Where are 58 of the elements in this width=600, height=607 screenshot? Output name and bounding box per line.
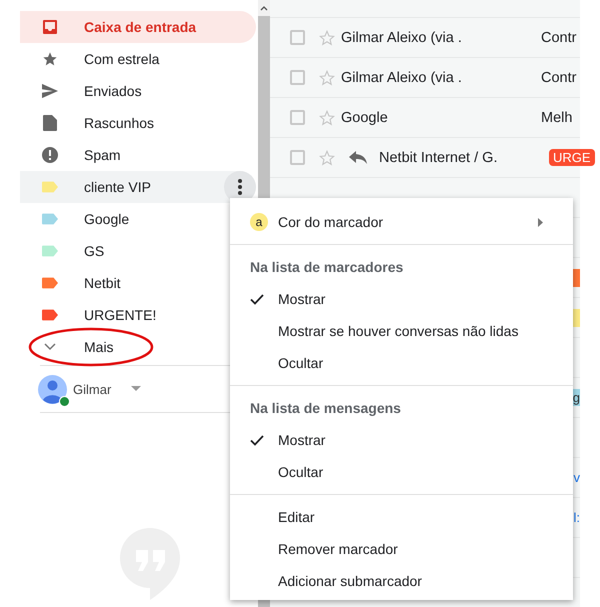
sidebar-item[interactable]: Com estrela	[20, 43, 256, 75]
subject-text: l:	[572, 509, 580, 526]
sidebar-item-label: Rascunhos	[84, 115, 154, 131]
more-label: Mais	[84, 339, 114, 355]
label-tag: URGE	[549, 149, 595, 166]
sidebar-item-label: Google	[84, 211, 130, 227]
subject-text: Contr	[541, 70, 576, 86]
sidebar-item-label: Enviados	[84, 83, 142, 99]
send-icon	[42, 83, 58, 99]
submenu-arrow-icon	[538, 218, 543, 226]
checkbox[interactable]	[290, 30, 305, 45]
sender-name: Gilmar Aleixo (via .	[341, 70, 463, 86]
checkbox[interactable]	[290, 150, 305, 165]
star-icon[interactable]	[319, 150, 335, 166]
subject-text: v	[572, 469, 580, 486]
sidebar-item-label: cliente VIP	[84, 179, 151, 195]
sidebar-item[interactable]: cliente VIP	[20, 171, 256, 203]
chevron-down-icon	[44, 343, 56, 351]
check-icon	[250, 294, 264, 304]
menu-section-header: Na lista de mensagens	[249, 399, 402, 418]
checkbox[interactable]	[290, 70, 305, 85]
sidebar-item-label: Com estrela	[84, 51, 160, 67]
sender-name: Gilmar Aleixo (via .	[341, 30, 463, 46]
sidebar-item[interactable]: Spam	[20, 139, 256, 171]
avatar-icon[interactable]	[38, 374, 67, 404]
check-icon	[250, 434, 264, 446]
color-badge: a	[250, 213, 268, 231]
menu-item[interactable]: Ocultar	[230, 456, 573, 488]
more-vertical-icon	[238, 179, 242, 195]
document-icon	[43, 115, 57, 131]
menu-item[interactable]: Remover marcador	[230, 533, 573, 565]
sender-name: Netbit Internet / G.	[379, 150, 498, 166]
sidebar-item-label: URGENTE!	[84, 307, 156, 323]
star-icon[interactable]	[319, 70, 335, 86]
sidebar-item[interactable]: Caixa de entrada	[20, 11, 256, 43]
star-icon[interactable]	[319, 110, 335, 126]
inbox-icon	[42, 19, 58, 35]
dropdown-arrow-icon[interactable]	[131, 386, 142, 392]
sidebar-item-label: Caixa de entrada	[84, 19, 196, 35]
sidebar-item[interactable]: Enviados	[20, 75, 256, 107]
menu-item[interactable]: Adicionar submarcador	[230, 565, 573, 597]
sender-name: Google	[341, 110, 389, 126]
subject-text: Contr	[541, 30, 576, 46]
subject-text: Melh	[541, 110, 572, 126]
star-icon	[42, 51, 58, 67]
menu-section-header: Na lista de marcadores	[249, 258, 404, 277]
checkbox[interactable]	[290, 110, 305, 125]
sidebar-item[interactable]: Rascunhos	[20, 107, 256, 139]
sidebar-item-label: Spam	[84, 147, 121, 163]
menu-item[interactable]: Mostrar	[230, 424, 573, 456]
sidebar-item-label: Netbit	[84, 275, 121, 291]
account-name[interactable]: Gilmar	[73, 382, 112, 396]
sidebar-item-label: GS	[84, 243, 104, 259]
alert-icon	[42, 147, 58, 163]
chevron-up-icon	[260, 6, 268, 10]
star-icon[interactable]	[319, 30, 335, 46]
menu-item[interactable]: Editar	[230, 501, 573, 533]
scroll-up-button[interactable]	[258, 0, 270, 16]
